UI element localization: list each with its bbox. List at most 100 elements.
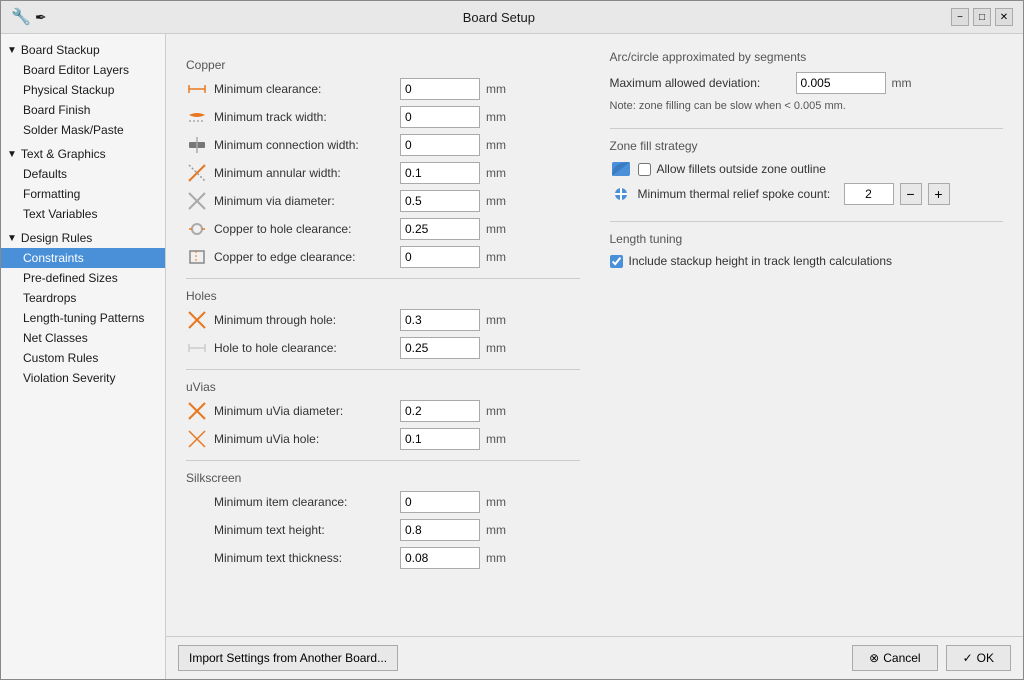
footer-left: Import Settings from Another Board... bbox=[178, 645, 398, 671]
cu-hole-clearance-input[interactable] bbox=[400, 218, 480, 240]
length-tuning-section: Length tuning Include stackup height in … bbox=[610, 232, 1004, 268]
cancel-label: Cancel bbox=[883, 651, 920, 665]
min-conn-width-label: Minimum connection width: bbox=[214, 138, 394, 152]
min-text-thickness-label: Minimum text thickness: bbox=[214, 551, 394, 565]
min-item-clearance-input[interactable] bbox=[400, 491, 480, 513]
allow-fillets-checkbox[interactable] bbox=[638, 163, 651, 176]
cancel-button[interactable]: ⊗ Cancel bbox=[852, 645, 937, 671]
sidebar-group-text-graphics[interactable]: ▼ Text & Graphics bbox=[1, 144, 165, 164]
field-row-min-text-thickness: Minimum text thickness: mm bbox=[186, 547, 580, 569]
expand-arrow-stackup: ▼ bbox=[7, 45, 17, 56]
maximize-button[interactable]: □ bbox=[973, 8, 991, 26]
sidebar-item-net-classes[interactable]: Net Classes bbox=[1, 328, 165, 348]
sidebar-item-board-editor-layers[interactable]: Board Editor Layers bbox=[1, 60, 165, 80]
sidebar-item-physical-stackup[interactable]: Physical Stackup bbox=[1, 80, 165, 100]
sidebar-item-solder-mask-paste[interactable]: Solder Mask/Paste bbox=[1, 120, 165, 140]
sidebar-item-formatting[interactable]: Formatting bbox=[1, 184, 165, 204]
min-through-hole-unit: mm bbox=[486, 313, 506, 327]
via-diameter-icon bbox=[186, 190, 208, 212]
sidebar-item-violation-severity[interactable]: Violation Severity bbox=[1, 368, 165, 388]
min-text-height-input[interactable] bbox=[400, 519, 480, 541]
min-item-clearance-label: Minimum item clearance: bbox=[214, 495, 394, 509]
min-via-diameter-label: Minimum via diameter: bbox=[214, 194, 394, 208]
min-track-width-unit: mm bbox=[486, 110, 506, 124]
allow-fillets-label: Allow fillets outside zone outline bbox=[657, 162, 826, 176]
sidebar-item-defaults[interactable]: Defaults bbox=[1, 164, 165, 184]
text-thickness-icon bbox=[186, 547, 208, 569]
min-through-hole-label: Minimum through hole: bbox=[214, 313, 394, 327]
hole-clearance-input[interactable] bbox=[400, 337, 480, 359]
min-text-thickness-input[interactable] bbox=[400, 547, 480, 569]
field-row-cu-hole-clearance: Copper to hole clearance: mm bbox=[186, 218, 580, 240]
thermal-spoke-decrement[interactable]: − bbox=[900, 183, 922, 205]
field-row-min-conn-width: Minimum connection width: mm bbox=[186, 134, 580, 156]
minimize-button[interactable]: − bbox=[951, 8, 969, 26]
min-track-width-input[interactable] bbox=[400, 106, 480, 128]
min-clearance-input[interactable] bbox=[400, 78, 480, 100]
sidebar-group-design-rules[interactable]: ▼ Design Rules bbox=[1, 228, 165, 248]
arc-deviation-row: Maximum allowed deviation: mm bbox=[610, 72, 1004, 94]
field-row-min-item-clearance: Minimum item clearance: mm bbox=[186, 491, 580, 513]
ok-label: OK bbox=[977, 651, 994, 665]
min-uvia-hole-input[interactable] bbox=[400, 428, 480, 450]
min-annular-width-input[interactable] bbox=[400, 162, 480, 184]
uvia-hole-icon bbox=[186, 428, 208, 450]
clearance-icon bbox=[186, 78, 208, 100]
sidebar-item-board-finish[interactable]: Board Finish bbox=[1, 100, 165, 120]
fillet-icon bbox=[610, 161, 632, 177]
item-clearance-icon bbox=[186, 491, 208, 513]
sidebar-item-pre-defined-sizes[interactable]: Pre-defined Sizes bbox=[1, 268, 165, 288]
min-through-hole-input[interactable] bbox=[400, 309, 480, 331]
ok-button[interactable]: ✓ OK bbox=[946, 645, 1011, 671]
sidebar-item-label: Length-tuning Patterns bbox=[23, 311, 144, 325]
min-via-diameter-input[interactable] bbox=[400, 190, 480, 212]
thermal-icon bbox=[610, 186, 632, 202]
footer: Import Settings from Another Board... ⊗ … bbox=[166, 636, 1023, 679]
sidebar-item-length-tuning-patterns[interactable]: Length-tuning Patterns bbox=[1, 308, 165, 328]
sidebar-item-text-variables[interactable]: Text Variables bbox=[1, 204, 165, 224]
sidebar-item-teardrops[interactable]: Teardrops bbox=[1, 288, 165, 308]
content-body: Copper Minimum clearance: mm bbox=[166, 34, 1023, 636]
expand-arrow-design: ▼ bbox=[7, 233, 17, 244]
min-uvia-hole-unit: mm bbox=[486, 432, 506, 446]
field-row-min-annular-width: Minimum annular width: mm bbox=[186, 162, 580, 184]
min-uvia-diameter-input[interactable] bbox=[400, 400, 480, 422]
uvia-diameter-icon bbox=[186, 400, 208, 422]
sidebar-item-label: Constraints bbox=[23, 251, 84, 265]
sidebar-item-label: Formatting bbox=[23, 187, 80, 201]
min-item-clearance-unit: mm bbox=[486, 495, 506, 509]
sidebar-item-custom-rules[interactable]: Custom Rules bbox=[1, 348, 165, 368]
import-button[interactable]: Import Settings from Another Board... bbox=[178, 645, 398, 671]
close-button[interactable]: ✕ bbox=[995, 8, 1013, 26]
arc-deviation-input[interactable] bbox=[796, 72, 886, 94]
min-text-height-unit: mm bbox=[486, 523, 506, 537]
field-row-min-uvia-diameter: Minimum uVia diameter: mm bbox=[186, 400, 580, 422]
min-clearance-label: Minimum clearance: bbox=[214, 82, 394, 96]
holes-section-label: Holes bbox=[186, 289, 580, 303]
min-conn-width-input[interactable] bbox=[400, 134, 480, 156]
expand-arrow-text: ▼ bbox=[7, 149, 17, 160]
stackup-height-checkbox[interactable] bbox=[610, 255, 623, 268]
sidebar-item-label: Net Classes bbox=[23, 331, 88, 345]
copper-divider bbox=[186, 278, 580, 279]
sidebar-group-board-stackup[interactable]: ▼ Board Stackup bbox=[1, 40, 165, 60]
sidebar: ▼ Board Stackup Board Editor Layers Phys… bbox=[1, 34, 166, 679]
sidebar-item-label: Defaults bbox=[23, 167, 67, 181]
sidebar-group-label-text: Text & Graphics bbox=[21, 147, 106, 161]
sidebar-item-constraints[interactable]: Constraints bbox=[1, 248, 165, 268]
thermal-spoke-input[interactable] bbox=[844, 183, 894, 205]
sidebar-item-label: Teardrops bbox=[23, 291, 76, 305]
min-uvia-diameter-unit: mm bbox=[486, 404, 506, 418]
cu-edge-clearance-input[interactable] bbox=[400, 246, 480, 268]
text-height-icon bbox=[186, 519, 208, 541]
track-width-icon bbox=[186, 106, 208, 128]
cu-edge-clearance-label: Copper to edge clearance: bbox=[214, 250, 394, 264]
window-title: Board Setup bbox=[47, 10, 951, 25]
thermal-spoke-increment[interactable]: + bbox=[928, 183, 950, 205]
window-controls: − □ ✕ bbox=[951, 8, 1013, 26]
arc-section: Arc/circle approximated by segments Maxi… bbox=[610, 50, 1004, 112]
silkscreen-section-label: Silkscreen bbox=[186, 471, 580, 485]
min-annular-width-label: Minimum annular width: bbox=[214, 166, 394, 180]
footer-right: ⊗ Cancel ✓ OK bbox=[852, 645, 1011, 671]
copper-section-label: Copper bbox=[186, 58, 580, 72]
